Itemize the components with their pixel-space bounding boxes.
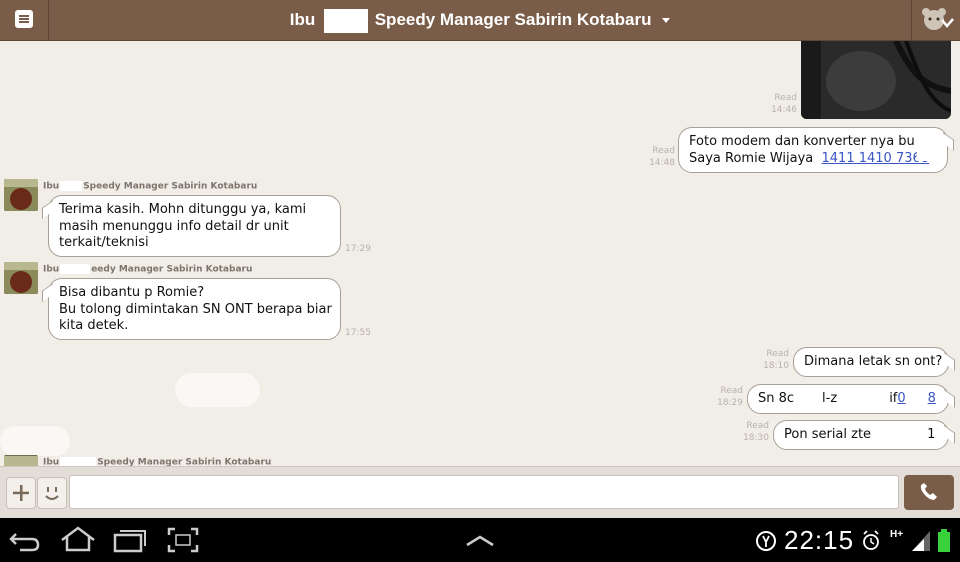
call-button[interactable] [904,475,954,510]
message-text: 1 [927,427,936,442]
alarm-icon [863,530,879,550]
sender-name: Ibu eedy Manager Sabirin Kotabaru [43,264,253,275]
phone-number-link[interactable]: 1411 1410 7368 [822,151,930,166]
photo-read-meta: Read 14:46 [760,92,797,116]
message-link[interactable]: 0 [897,391,905,406]
message-line: Terima kasih. Mohn ditunggu ya, kami [59,202,307,217]
message-time: 18:29 [717,398,743,408]
read-status: Read [746,421,769,431]
m4-meta: Read 18:10 [752,348,789,372]
sender-name: Ibu Speedy Manager Sabirin Kotabaru [43,181,258,192]
read-status: Read [720,386,743,396]
redacted-name [323,8,368,33]
message-text: Dimana letak sn ont? [804,354,943,369]
usb-debug-icon [756,531,776,551]
system-navigation-bar: 22:15 H+ [0,518,960,562]
message-bubble-incoming[interactable]: Bisa dibantu p Romie? Bu tolong dimintak… [48,278,341,340]
phone-icon [920,483,937,500]
message-line: Foto modem dan konverter nya bu I [689,134,923,149]
up-arrow-icon[interactable] [462,518,498,562]
message-bubble-incoming[interactable]: Terima kasih. Mohn ditunggu ya, kami mas… [48,195,341,257]
message-line: Saya Romie Wijaya 1411 1410 7368 [689,150,930,166]
status-clock: 22:15 [784,525,855,555]
m6-meta: Read 18:30 [732,420,769,444]
title-suffix: Speedy Manager Sabirin Kotabaru [374,10,652,29]
avatar[interactable] [4,262,38,294]
chat-area[interactable]: Read 14:46 Read 14:48 Foto modem dan kon… [0,41,960,466]
battery-icon [938,529,950,552]
message-text: Pon serial zte [784,427,872,442]
background-cloud [0,426,70,456]
back-icon[interactable] [8,518,42,562]
redacted-area [917,131,943,161]
signal-icon [912,531,930,551]
photo-thumbnail[interactable] [801,41,951,119]
recent-apps-icon[interactable] [112,518,148,562]
chat-header: Ibu Speedy Manager Sabirin Kotabaru [0,0,960,41]
avatar[interactable] [4,179,38,211]
plus-icon [13,485,29,501]
message-input-bar [0,466,960,519]
read-status: Read [774,93,797,103]
message-line: kita detek. [59,318,129,333]
home-icon[interactable] [58,518,98,562]
sender-name: Ibu Speedy Manager Sabirin Kotabaru [43,457,272,466]
message-text: Sn 8c [758,391,795,406]
message-bubble-outgoing[interactable]: Sn 8c l-z if0 8 [747,384,949,414]
network-type: H+ [890,529,904,540]
message-time: 18:30 [743,433,769,443]
avatar[interactable] [4,455,38,466]
read-status: Read [652,146,675,156]
message-line: terkait/teknisi [59,235,149,250]
bear-menu-button[interactable] [911,0,960,40]
message-bubble-outgoing[interactable]: Pon serial zte 1 [773,420,949,450]
menu-button[interactable] [0,0,49,40]
attach-button[interactable] [6,477,36,509]
m5-meta: Read 18:29 [706,385,743,409]
message-line: masih menunggu info detail dr unit [59,218,289,234]
emoticon-button[interactable] [37,477,67,509]
chat-title[interactable]: Ibu Speedy Manager Sabirin Kotabaru [48,0,912,40]
message-link[interactable]: 8 [928,391,936,406]
message-bubble-outgoing[interactable]: Dimana letak sn ont? [793,347,949,377]
bear-icon [922,8,954,30]
chevron-down-icon [662,18,671,24]
message-time: 14:48 [649,158,675,168]
message-time: 17:29 [345,244,371,254]
read-status: Read [766,349,789,359]
message-line: Bu tolong dimintakan SN ONT berapa biar [59,301,332,317]
message-bubble-outgoing[interactable]: Foto modem dan konverter nya bu I Saya R… [678,127,948,173]
menu-icon [15,10,33,28]
message-time: 14:46 [771,105,797,115]
screenshot-icon[interactable] [166,518,202,562]
message-text: l-z [822,391,838,406]
message-time: 18:10 [763,361,789,371]
emoticon-icon [45,487,59,500]
m1-meta: Read 14:48 [638,145,675,169]
title-prefix: Ibu [289,10,316,29]
message-line: Bisa dibantu p Romie? [59,285,205,300]
message-input[interactable] [69,475,899,509]
message-time: 17:55 [345,328,371,338]
background-cloud [175,373,260,407]
